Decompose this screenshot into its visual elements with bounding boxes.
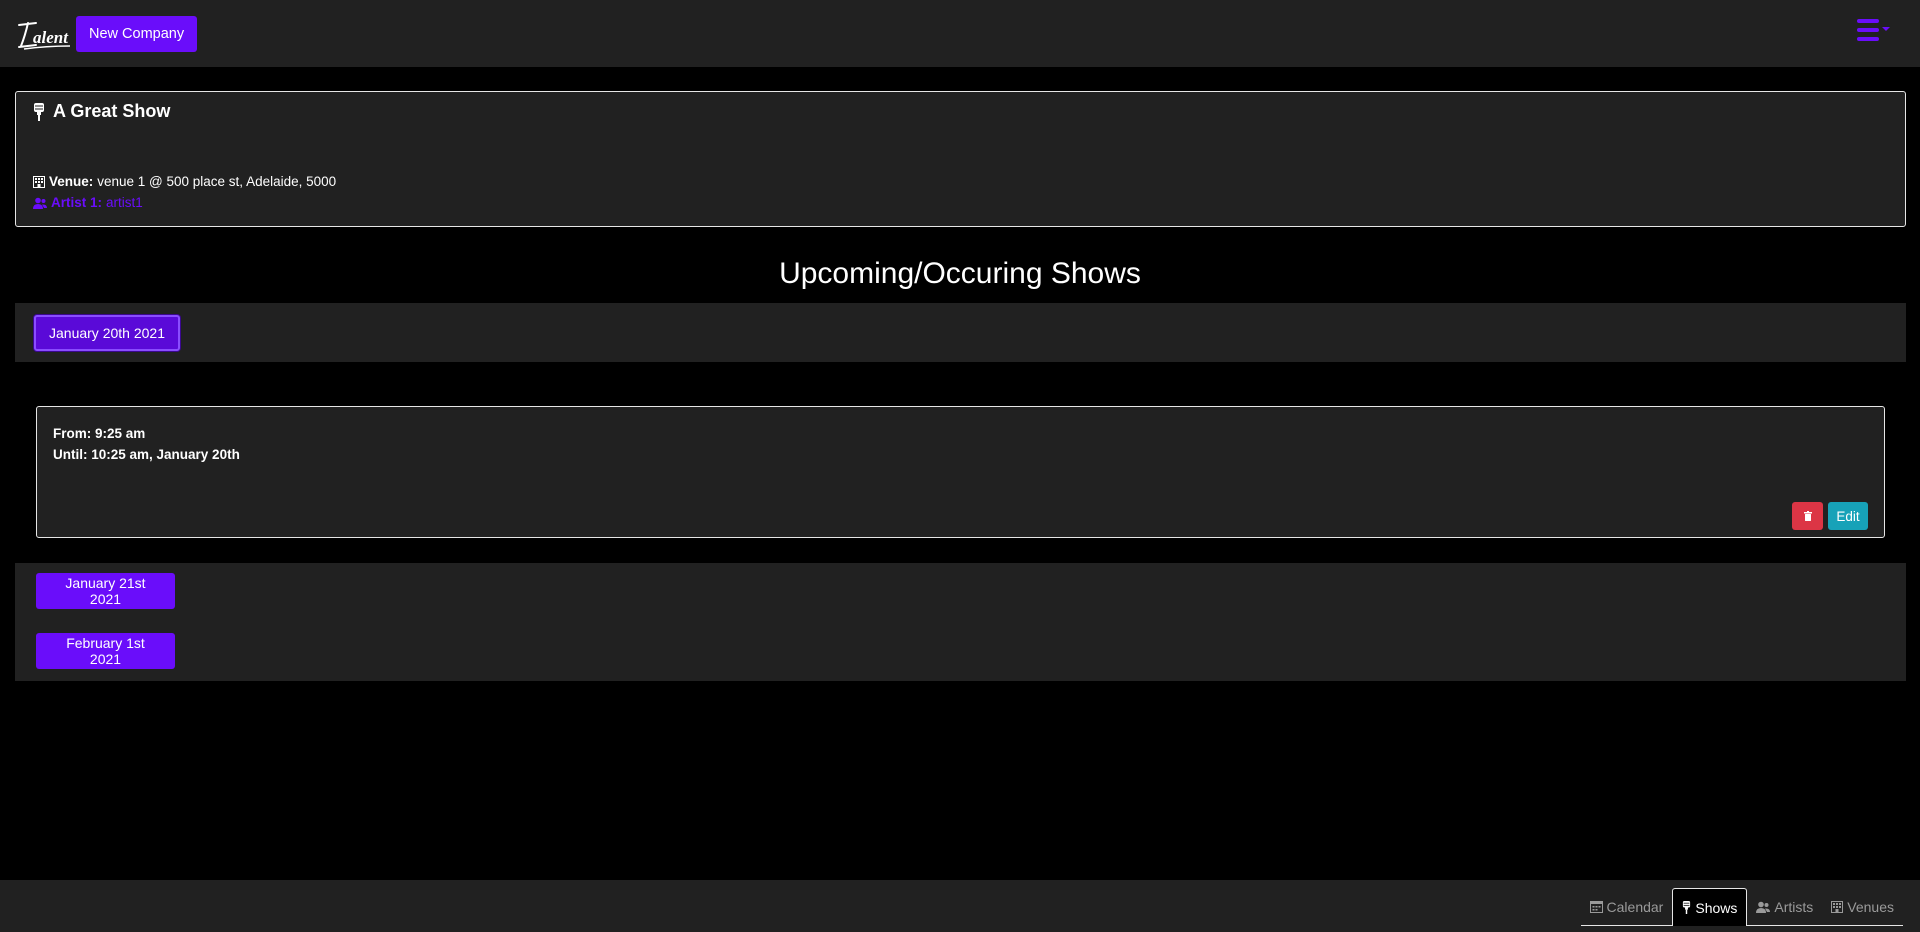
date-toggle-button[interactable]: January 20th 2021: [34, 315, 180, 351]
chevron-down-icon: [1882, 26, 1890, 31]
artist-link[interactable]: artist1: [106, 192, 143, 213]
tab-label: Venues: [1847, 898, 1894, 915]
tab-label: Calendar: [1606, 898, 1664, 915]
delete-slot-button[interactable]: [1792, 502, 1823, 530]
slot-until: Until: 10:25 am, January 20th: [53, 447, 240, 462]
tab-label: Artists: [1774, 898, 1814, 915]
show-title-text: A Great Show: [53, 101, 171, 121]
building-icon: [33, 175, 45, 188]
users-icon: [1756, 901, 1771, 913]
calendar-icon: [1589, 901, 1603, 913]
talent-logo[interactable]: alent: [16, 16, 72, 52]
show-title: A Great Show: [33, 101, 170, 122]
venue-label: Venue:: [49, 174, 94, 189]
microphone-icon: [1683, 901, 1691, 914]
microphone-icon: [34, 102, 44, 121]
bottom-tabs: Calendar Shows Artists Venues: [1580, 888, 1903, 926]
hamburger-icon: [1857, 19, 1879, 41]
tab-artists[interactable]: Artists: [1747, 888, 1822, 925]
upcoming-shows-heading: Upcoming/Occuring Shows: [779, 257, 1141, 290]
show-dates-panel: January 20th 2021 From: 9:25 am Until: 1…: [15, 303, 1906, 681]
tab-shows[interactable]: Shows: [1672, 888, 1748, 926]
venue-value: venue 1 @ 500 place st, Adelaide, 5000: [97, 174, 337, 189]
edit-slot-button[interactable]: Edit: [1828, 502, 1868, 530]
date-toggle-button[interactable]: February 1st 2021: [36, 633, 175, 669]
top-navbar: alent New Company: [0, 0, 1920, 67]
trash-icon: [1803, 511, 1812, 521]
tab-venues[interactable]: Venues: [1822, 888, 1903, 925]
svg-text:alent: alent: [33, 28, 69, 47]
venue-line: Venue: venue 1 @ 500 place st, Adelaide,…: [33, 171, 336, 192]
users-icon: [33, 197, 47, 209]
new-company-button[interactable]: New Company: [76, 15, 198, 52]
artist-line[interactable]: Artist 1: artist1: [33, 192, 336, 213]
tab-calendar[interactable]: Calendar: [1581, 888, 1673, 925]
building-icon: [1831, 900, 1844, 913]
bottom-navbar: Calendar Shows Artists Venues: [0, 880, 1920, 932]
slot-from: From: 9:25 am: [53, 426, 146, 441]
time-slot-card: From: 9:25 am Until: 10:25 am, January 2…: [36, 406, 1885, 538]
talent-logo-wordmark: alent: [18, 21, 71, 50]
main-menu-toggle[interactable]: [1857, 19, 1890, 41]
expanded-date-section: From: 9:25 am Until: 10:25 am, January 2…: [15, 362, 1906, 563]
time-slot-details: From: 9:25 am Until: 10:25 am, January 2…: [53, 423, 240, 465]
show-details-card: A Great Show Venue: venue 1 @ 500 place …: [15, 91, 1906, 227]
date-toggle-button[interactable]: January 21st 2021: [36, 573, 175, 609]
artist-label: Artist 1:: [51, 195, 103, 210]
tab-label: Shows: [1695, 899, 1738, 916]
show-info: Venue: venue 1 @ 500 place st, Adelaide,…: [33, 171, 336, 213]
